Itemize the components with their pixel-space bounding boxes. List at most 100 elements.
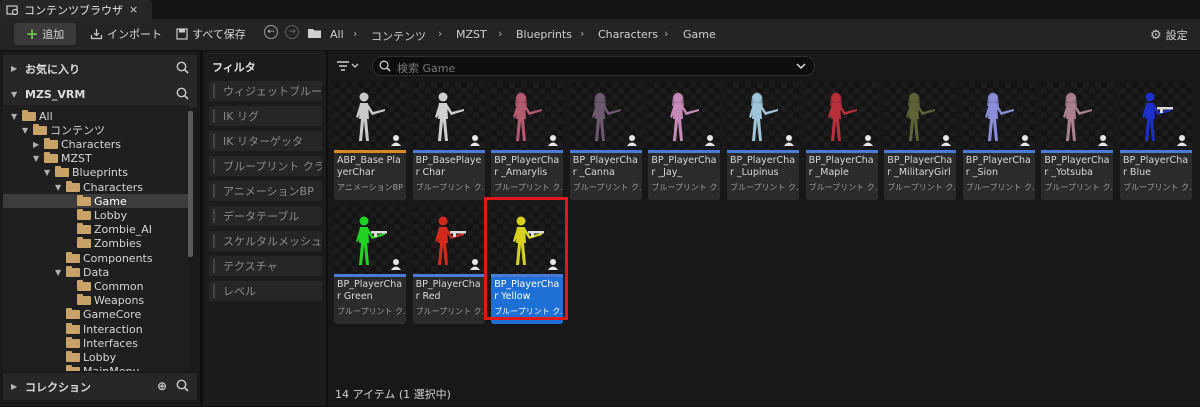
tree-item-label: Lobby <box>83 350 117 364</box>
tree-item[interactable]: ▼ Characters <box>55 180 143 194</box>
tree-item[interactable]: Zombie_AI <box>66 223 152 237</box>
import-button[interactable]: インポート <box>90 24 162 44</box>
filter-item[interactable]: テクスチャ <box>209 256 322 276</box>
filter-item[interactable]: データテーブル <box>209 206 322 226</box>
chevron-down-icon[interactable]: ▼ <box>44 168 52 177</box>
search-icon[interactable] <box>176 61 189 74</box>
search-box[interactable]: 検索 Game <box>372 56 815 76</box>
character-figure <box>827 92 857 141</box>
tree-item-label: Lobby <box>94 208 128 222</box>
filter-item[interactable]: レベル <box>209 281 322 301</box>
tree-item[interactable]: ▼ All <box>11 109 53 123</box>
project-header[interactable]: ▼ MZS_VRM <box>3 81 197 108</box>
chevron-down-icon[interactable] <box>796 62 806 70</box>
folder-icon <box>66 265 80 277</box>
asset-tile[interactable]: BP_PlayerChar Blue ブループリント ク... <box>1120 82 1192 200</box>
search-icon[interactable] <box>176 379 189 392</box>
save-all-button[interactable]: すべて保存 <box>176 24 246 44</box>
folder-icon <box>308 29 321 38</box>
tree-item[interactable]: Game <box>3 194 189 209</box>
add-button[interactable]: + 追加 <box>14 23 76 45</box>
favorites-header[interactable]: ▶ お気に入り <box>3 55 197 82</box>
breadcrumb-contents[interactable]: コンテンツ <box>371 28 426 44</box>
tree-item[interactable]: Components <box>55 251 153 265</box>
filter-item[interactable]: スケルタルメッシュ <box>209 231 322 251</box>
asset-name: BP_PlayerChar _Canna <box>572 155 638 178</box>
tree-item[interactable]: ▼ コンテンツ <box>22 123 105 137</box>
search-icon <box>379 60 391 72</box>
tree-item[interactable]: ▶ Characters <box>33 137 121 151</box>
add-collection-icon[interactable]: ⊕ <box>157 379 167 393</box>
filter-item[interactable]: IK リターゲッタ <box>209 131 322 151</box>
asset-thumbnail <box>805 82 878 150</box>
asset-name: BP_PlayerChar _Yotsuba <box>1044 155 1110 178</box>
chevron-down-icon[interactable]: ▼ <box>11 112 19 121</box>
filter-item[interactable]: ウィジェットブループ <box>209 81 322 101</box>
tree-item[interactable]: Interfaces <box>55 336 138 350</box>
filter-icon[interactable] <box>336 60 360 72</box>
tree-item[interactable]: Zombies <box>66 237 142 251</box>
tree-item[interactable]: GameCore <box>55 308 141 322</box>
tree-item[interactable]: ▼ Blueprints <box>44 166 128 180</box>
filter-item[interactable]: IK リグ <box>209 106 322 126</box>
search-icon[interactable] <box>176 87 189 100</box>
tree-item[interactable]: Interaction <box>55 322 143 336</box>
asset-type: ブループリント ク... <box>887 183 956 192</box>
filter-item[interactable]: ブループリント クラ <box>209 156 322 176</box>
tree-item[interactable]: Lobby <box>55 350 116 364</box>
tree-item[interactable]: ▼ Data <box>55 265 109 279</box>
character-figure <box>591 92 621 141</box>
settings-button[interactable]: ⚙ 設定 <box>1150 25 1188 45</box>
chevron-down-icon[interactable]: ▼ <box>55 268 63 277</box>
asset-tile[interactable]: BP_PlayerChar _Yotsuba ブループリント ク... <box>1041 82 1114 200</box>
folder-icon <box>77 194 91 206</box>
breadcrumb-mzst[interactable]: MZST <box>456 28 487 41</box>
folder-icon <box>66 180 80 192</box>
asset-tile[interactable]: BP_BasePlayer Char ブループリント ク... <box>412 82 485 200</box>
person-icon <box>1177 135 1187 146</box>
tree-item-label: Characters <box>61 137 122 151</box>
breadcrumb-game[interactable]: Game <box>683 28 716 41</box>
asset-tile[interactable]: BP_PlayerChar _MilitaryGirl ブループリント ク... <box>884 82 957 200</box>
chevron-right-icon[interactable]: ▶ <box>33 140 41 149</box>
breadcrumb-characters[interactable]: Characters <box>598 28 658 41</box>
plus-icon: + <box>25 24 39 43</box>
forward-button[interactable]: → <box>285 25 299 39</box>
chevron-down-icon[interactable]: ▼ <box>22 126 30 135</box>
folder-icon <box>66 365 80 371</box>
tree-item[interactable]: MainMenu <box>55 365 139 371</box>
tab-close-icon[interactable]: × <box>129 3 138 16</box>
tab-content-browser[interactable]: コンテンツブラウザ × <box>0 0 152 19</box>
breadcrumb-blueprints[interactable]: Blueprints <box>516 28 572 41</box>
asset-tile[interactable]: BP_PlayerChar _Maple ブループリント ク... <box>805 82 878 200</box>
chevron-down-icon[interactable]: ▼ <box>33 154 41 163</box>
person-icon <box>705 135 716 146</box>
asset-tile[interactable]: BP_PlayerChar _Amarylis ブループリント ク... <box>491 82 564 200</box>
asset-tile[interactable]: BP_PlayerChar Red ブループリント ク... <box>412 206 485 324</box>
tree-scrollbar[interactable] <box>188 111 193 257</box>
back-button[interactable]: ← <box>264 25 278 39</box>
tree-item[interactable]: Weapons <box>66 294 144 308</box>
asset-tile[interactable]: ABP_Base PlayerChar アニメーションBP <box>334 82 406 200</box>
folder-icon <box>77 223 91 235</box>
tree-item[interactable]: ▼ MZST <box>33 152 92 166</box>
asset-type: ブループリント ク... <box>965 183 1034 192</box>
save-all-button-label: すべて保存 <box>192 28 246 41</box>
save-icon <box>176 28 188 40</box>
asset-tile[interactable]: BP_PlayerChar Green ブループリント ク... <box>334 206 406 324</box>
tree-item-label: Zombies <box>94 237 142 251</box>
asset-tile[interactable]: BP_PlayerChar _Canna ブループリント ク... <box>569 82 642 200</box>
tree-item-label: MainMenu <box>83 365 139 371</box>
chevron-down-icon[interactable]: ▼ <box>55 183 63 192</box>
asset-name: BP_PlayerChar _MilitaryGirl <box>887 155 953 178</box>
collections-header[interactable]: ▶ コレクション ⊕ <box>3 373 197 400</box>
asset-tile[interactable]: BP_PlayerChar _Jay_ ブループリント ク... <box>648 82 721 200</box>
breadcrumb-all[interactable]: All <box>330 28 344 41</box>
asset-tile[interactable]: BP_PlayerChar _Sion ブループリント ク... <box>962 82 1035 200</box>
tree-item[interactable]: Lobby <box>66 208 127 222</box>
asset-tile[interactable]: BP_PlayerChar _Lupinus ブループリント ク... <box>727 82 799 200</box>
filter-item[interactable]: アニメーションBP <box>209 181 322 201</box>
tree-item[interactable]: Common <box>66 279 144 293</box>
person-icon <box>862 135 873 146</box>
folder-icon <box>22 109 36 121</box>
